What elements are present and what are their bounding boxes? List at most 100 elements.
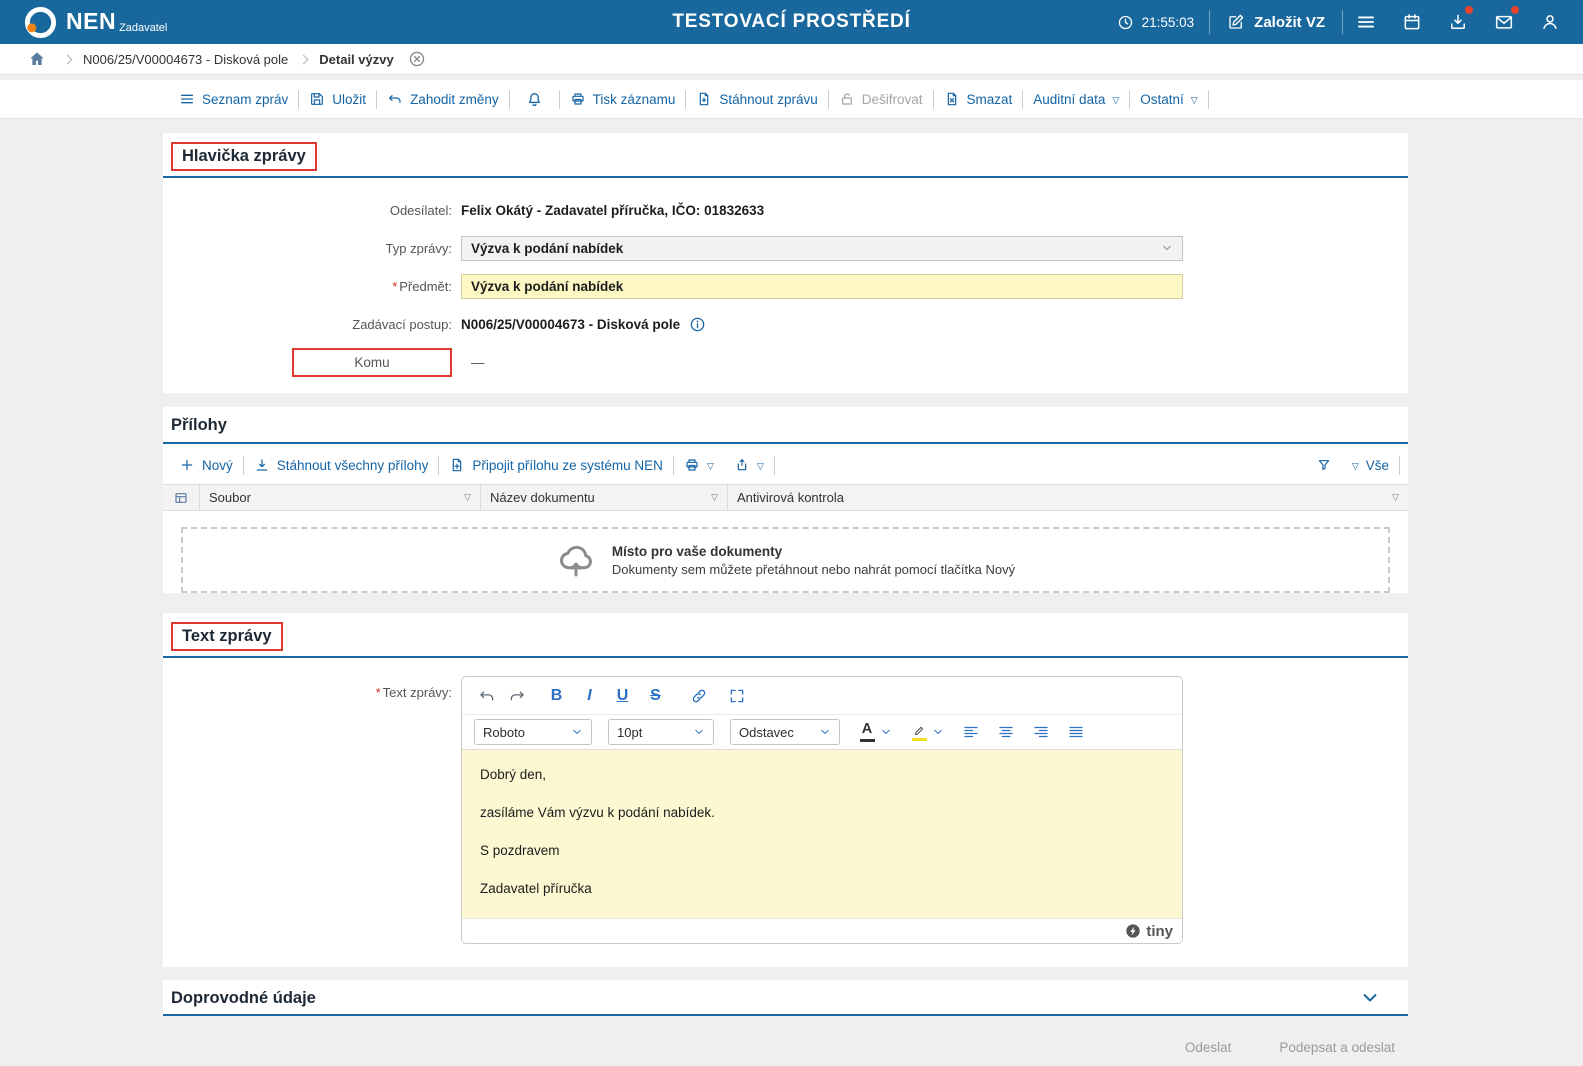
vse-view-button[interactable]: ▽Vše <box>1342 458 1399 473</box>
message-text-panel: Text zprávy *Text zprávy: B I U S Roboto <box>163 613 1408 967</box>
align-left-icon <box>962 723 980 741</box>
odesilatel-label: Odesílatel: <box>390 203 452 218</box>
close-tab-button[interactable] <box>402 47 432 71</box>
highlight-color-bar <box>912 738 927 741</box>
editor-paragraph: Zadavatel příručka <box>480 881 1164 896</box>
zadavaci-postup-label: Zadávací postup: <box>352 317 452 332</box>
seznam-zprav-button[interactable]: Seznam zpráv <box>169 91 298 107</box>
dropdown-triangle-icon: ▽ <box>757 462 764 471</box>
clock-icon <box>1117 14 1134 31</box>
column-filter-icon[interactable]: ▽ <box>711 492 718 503</box>
tisk-zaznamu-button[interactable]: Tisk záznamu <box>560 91 686 107</box>
justify-button[interactable] <box>1066 719 1086 745</box>
printer-icon <box>684 457 700 473</box>
smazat-button[interactable]: Smazat <box>934 91 1023 107</box>
font-family-select[interactable]: Roboto <box>474 719 592 745</box>
fullscreen-icon <box>728 687 746 705</box>
document-download-icon <box>696 91 712 107</box>
zalozit-vz-button[interactable]: Založit VZ <box>1210 13 1342 31</box>
strikethrough-button[interactable]: S <box>639 687 672 705</box>
home-icon <box>28 50 46 68</box>
column-filter-icon[interactable]: ▽ <box>1392 492 1399 503</box>
column-header-nazev: Název dokumentu▽ <box>481 485 728 510</box>
share-icon <box>734 457 750 473</box>
table-options-button[interactable] <box>163 485 200 510</box>
align-left-button[interactable] <box>961 719 981 745</box>
server-clock: 21:55:03 <box>1102 14 1210 31</box>
form-row-odesilatel: Odesílatel: Felix Okátý - Zadavatel přír… <box>163 191 1408 229</box>
novy-button[interactable]: Nový <box>169 457 243 473</box>
clock-value: 21:55:03 <box>1142 15 1195 30</box>
separator <box>1208 90 1209 109</box>
export-menu-button[interactable]: ▽ <box>724 457 774 473</box>
print-menu-button[interactable]: ▽ <box>674 457 724 473</box>
odeslat-button[interactable]: Odeslat <box>1185 1040 1232 1055</box>
typ-zpravy-select[interactable]: Výzva k podání nabídek <box>461 236 1183 261</box>
underline-button[interactable]: U <box>606 687 639 705</box>
editor-content-area[interactable]: Dobrý den, zasíláme Vám výzvu k podání n… <box>462 750 1182 918</box>
auditni-data-button[interactable]: Auditní data▽ <box>1023 92 1129 107</box>
filter-button[interactable] <box>1306 457 1342 473</box>
hamburger-icon <box>1356 12 1376 32</box>
font-size-select[interactable]: 10pt <box>608 719 714 745</box>
form-row-predmet: *Předmět: Výzva k podání nabídek <box>163 267 1408 305</box>
breadcrumb-procedure[interactable]: N006/25/V00004673 - Disková pole <box>83 52 288 67</box>
odesilatel-value: Felix Okátý - Zadavatel příručka, IČO: 0… <box>461 203 764 218</box>
info-icon[interactable] <box>689 316 706 333</box>
justify-icon <box>1067 723 1085 741</box>
brand-subtitle: Zadavatel <box>119 22 167 34</box>
align-center-button[interactable] <box>996 719 1016 745</box>
podepsat-a-odeslat-button[interactable]: Podepsat a odeslat <box>1279 1040 1395 1055</box>
ulozit-button[interactable]: Uložit <box>299 91 376 107</box>
home-button[interactable] <box>22 47 52 71</box>
calendar-icon <box>1402 12 1422 32</box>
editor-undo-button[interactable] <box>472 683 502 709</box>
notifications-button[interactable] <box>510 91 559 108</box>
komu-label: Komu <box>292 348 452 377</box>
editor-redo-button[interactable] <box>502 683 532 709</box>
align-right-button[interactable] <box>1031 719 1051 745</box>
unlock-icon <box>839 91 855 107</box>
main-menu-button[interactable] <box>1343 10 1389 34</box>
messages-button[interactable] <box>1481 10 1527 34</box>
toolbar-band: Seznam zpráv Uložit Zahodit změny Tisk z… <box>0 80 1583 119</box>
stahnout-vsechny-button[interactable]: Stáhnout všechny přílohy <box>244 457 439 473</box>
stahnout-zpravu-button[interactable]: Stáhnout zprávu <box>686 91 827 107</box>
editor-statusbar: tiny <box>462 918 1182 943</box>
document-dropzone[interactable]: Místo pro vaše dokumenty Dokumenty sem m… <box>181 527 1390 593</box>
text-color-button[interactable]: A <box>858 722 892 741</box>
downloads-button[interactable] <box>1435 10 1481 34</box>
editor-paragraph: Dobrý den, <box>480 767 1164 782</box>
bold-button[interactable]: B <box>540 687 573 705</box>
plus-icon <box>179 457 195 473</box>
insert-link-button[interactable] <box>684 683 714 709</box>
document-delete-icon <box>944 91 960 107</box>
required-mark: * <box>376 685 381 700</box>
zahodit-zmeny-button[interactable]: Zahodit změny <box>377 91 509 107</box>
profile-button[interactable] <box>1527 10 1573 34</box>
mail-icon <box>1494 12 1514 32</box>
column-filter-icon[interactable]: ▽ <box>464 492 471 503</box>
dropdown-triangle-icon: ▽ <box>1191 96 1198 105</box>
highlight-color-button[interactable] <box>910 724 944 741</box>
ostatni-button[interactable]: Ostatní▽ <box>1130 92 1207 107</box>
predmet-input[interactable]: Výzva k podání nabídek <box>461 274 1183 299</box>
fullscreen-button[interactable] <box>722 683 752 709</box>
chevron-down-icon <box>1161 242 1173 254</box>
italic-button[interactable]: I <box>573 687 606 705</box>
chevron-right-icon <box>63 54 73 64</box>
accompanying-panel: Doprovodné údaje <box>163 980 1408 1016</box>
nen-logo-home[interactable]: NEN Zadavatel <box>24 6 167 39</box>
section-rule <box>163 442 1408 444</box>
message-header-panel: Hlavička zprávy Odesílatel: Felix Okátý … <box>163 133 1408 393</box>
list-icon <box>179 91 195 107</box>
block-format-select[interactable]: Odstavec <box>730 719 840 745</box>
editor-paragraph: S pozdravem <box>480 843 1164 858</box>
pripojit-prilohu-button[interactable]: Připojit přílohu ze systému NEN <box>439 457 673 473</box>
undo-icon <box>478 687 496 705</box>
calendar-button[interactable] <box>1389 10 1435 34</box>
expand-chevron-icon[interactable] <box>1360 988 1380 1008</box>
record-toolbar: Seznam zpráv Uložit Zahodit změny Tisk z… <box>163 80 1408 118</box>
separator <box>1399 456 1400 475</box>
align-center-icon <box>997 723 1015 741</box>
